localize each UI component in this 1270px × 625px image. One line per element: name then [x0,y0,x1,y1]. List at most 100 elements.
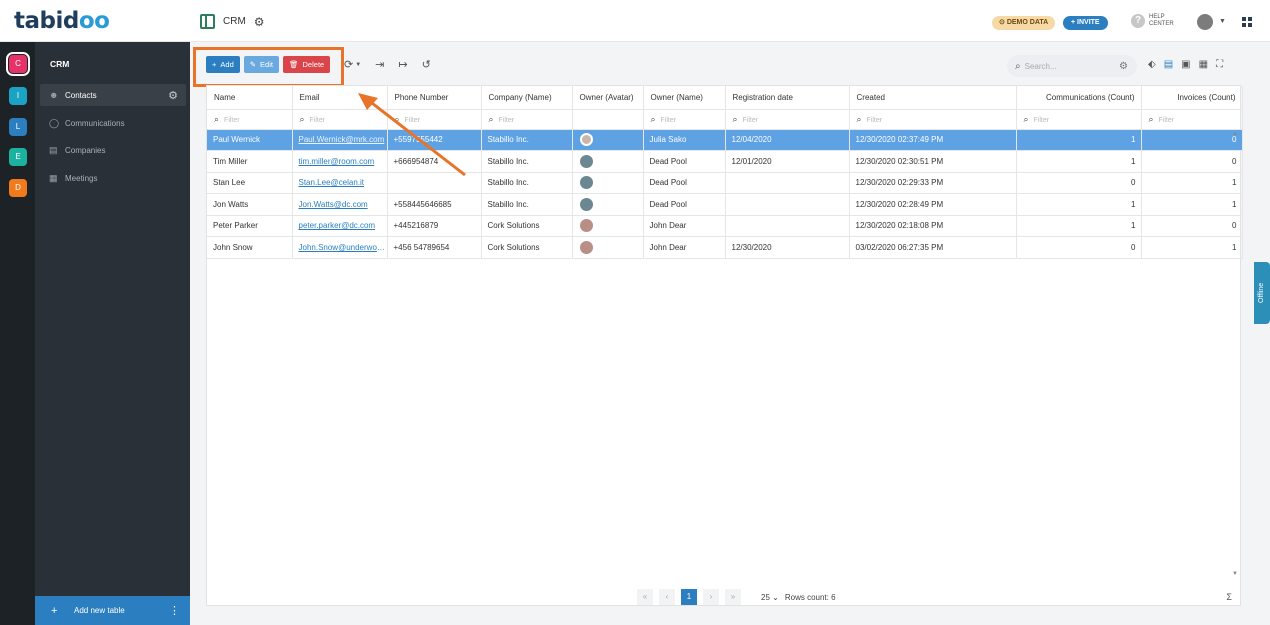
sum-sigma-icon[interactable]: Σ [1226,592,1232,602]
table-cell: Paul Wernick [207,129,293,151]
column-filter[interactable]: ⌕ Filter [207,109,293,130]
column-header[interactable]: Email [292,86,388,110]
user-avatar[interactable] [1197,14,1213,30]
column-filter[interactable]: ⌕ Filter [849,109,1017,130]
column-header[interactable]: Created [849,86,1017,110]
column-filter[interactable]: ⌕ Filter [481,109,573,130]
calendar-view-icon[interactable]: ▦ [1199,59,1208,70]
demo-data-button[interactable]: ⊙ DEMO DATA [992,16,1056,30]
tabidoo-logo[interactable]: tabidoo [14,8,110,34]
table-cell[interactable]: peter.parker@dc.com [292,215,388,237]
import-icon[interactable]: ⇥ [375,58,384,71]
table-cell: +445216879 [387,215,482,237]
column-filter[interactable]: ⌕ Filter [387,109,482,130]
table-row[interactable]: Jon Watts Jon.Watts@dc.com +558445646685 St… [207,193,1243,216]
table-cell: Jon Watts [207,193,293,216]
table-row[interactable]: Peter Parker peter.parker@dc.com +44521687… [207,215,1243,237]
search-input[interactable]: ⌕ Search... ⚙ [1007,55,1137,77]
search-settings-icon[interactable]: ⚙ [1119,61,1128,72]
first-page-button[interactable]: « [637,589,653,605]
column-header[interactable]: Communications (Count) [1016,86,1142,110]
rail-app-e[interactable]: E [9,148,27,166]
table-cell: +558445646685 [387,193,482,216]
refresh-icon[interactable]: ⟳ [344,58,353,71]
view-switcher: ⬖ ▤ ▣ ▦ ⛶ [1148,59,1223,70]
table-cell [725,172,850,194]
contacts-settings-gear-icon[interactable]: ⚙ [168,89,178,102]
column-filter[interactable]: ⌕ Filter [1016,109,1142,130]
table-cell[interactable]: Jon.Watts@dc.com [292,193,388,216]
column-filter[interactable]: ⌕ Filter [1141,109,1243,130]
card-view-icon[interactable]: ▣ [1181,59,1190,70]
export-icon[interactable]: ↦ [398,58,407,71]
table-cell[interactable]: tim.miller@room.com [292,150,388,173]
rail-app-d[interactable]: D [9,179,27,197]
table-cell: 12/30/2020 02:37:49 PM [849,129,1017,151]
next-page-button[interactable]: › [703,589,719,605]
current-page[interactable]: 1 [681,589,697,605]
column-header[interactable]: Owner (Avatar) [572,86,644,110]
column-header[interactable]: Name [207,86,293,110]
sidebar-item-contacts[interactable]: ☻ Contacts ⚙ [40,84,186,106]
table-row[interactable]: Paul Wernick Paul.Wernick@mrk.com +5597555… [207,129,1243,151]
column-header[interactable]: Invoices (Count) [1141,86,1243,110]
table-row[interactable]: Stan Lee Stan.Lee@celan.it Stabillo Inc. De… [207,172,1243,194]
column-header[interactable]: Owner (Name) [643,86,726,110]
sidebar-item-companies[interactable]: ▤ Companies [40,139,186,161]
table-cell[interactable]: John.Snow@underworld.com [292,236,388,259]
grid-view-icon[interactable]: ▤ [1164,59,1173,70]
table-cell: 1 [1016,150,1142,173]
app-settings-gear-icon[interactable]: ⚙ [254,15,265,29]
table-cell [572,215,644,237]
sidebar-item-meetings[interactable]: ▦ Meetings [40,167,186,189]
table-cell[interactable]: Stan.Lee@celan.it [292,172,388,194]
page-size-select[interactable]: 25 ⌄ [761,593,779,602]
table-row[interactable]: Tim Miller tim.miller@room.com +666954874 S… [207,150,1243,173]
prev-page-button[interactable]: ‹ [659,589,675,605]
tag-icon[interactable]: ⬖ [1148,59,1156,70]
table-cell [572,193,644,216]
app-book-icon [200,14,215,29]
column-header[interactable]: Registration date [725,86,850,110]
rail-app-i[interactable]: I [9,87,27,105]
rail-app-c[interactable]: C [6,52,30,76]
scroll-up-arrow-icon[interactable]: ▲ [1232,131,1238,137]
column-header[interactable]: Company (Name) [481,86,573,110]
table-cell: +456 54789654 [387,236,482,259]
calendar-icon: ▦ [49,172,58,183]
column-filter[interactable]: ⌕ Filter [643,109,726,130]
table-cell: Peter Parker [207,215,293,237]
column-filter[interactable]: ⌕ Filter [725,109,850,130]
history-icon[interactable]: ↺ [422,58,431,71]
filter-search-icon: ⌕ [1023,113,1029,124]
column-header[interactable]: Phone Number [387,86,482,110]
fullscreen-icon[interactable]: ⛶ [1216,59,1223,70]
chat-icon: ◯ [49,117,60,128]
table-cell: Stabillo Inc. [481,150,573,173]
help-center-link[interactable]: ? HELP CENTER [1131,14,1174,28]
plus-icon: + [51,604,58,617]
table-cell[interactable]: Paul.Wernick@mrk.com [292,129,388,151]
apps-grid-icon[interactable] [1242,17,1252,27]
last-page-button[interactable]: » [725,589,741,605]
header-row: Name Email Phone Number Company (Name) Owner… [207,86,1243,110]
column-filter[interactable]: ⌕ Filter [292,109,388,130]
add-new-table-button[interactable]: + Add new table ⋮ [35,596,190,625]
invite-button[interactable]: + INVITE [1063,16,1108,30]
table-cell: 0 [1141,215,1243,237]
sidebar-item-communications[interactable]: ◯ Communications [40,112,186,134]
more-vertical-icon[interactable]: ⋮ [169,604,180,617]
table-cell [572,150,644,173]
table-cell: 12/30/2020 02:28:49 PM [849,193,1017,216]
scroll-down-arrow-icon[interactable]: ▼ [1232,571,1238,577]
owner-avatar [579,240,593,254]
rail-app-l[interactable]: L [9,118,27,136]
top-bar: tabidoo CRM ⚙ ⊙ DEMO DATA + INVITE ? HEL… [0,0,1270,42]
table-row[interactable]: John SnowJohn.Snow@underworld.com+456 54… [207,236,1243,259]
offline-tab[interactable]: Offline [1254,262,1270,324]
column-filter[interactable] [572,109,644,130]
refresh-dropdown-caret-icon[interactable]: ▼ [355,62,361,68]
filter-search-icon: ⌕ [856,113,862,124]
user-menu-caret-icon[interactable]: ▼ [1219,18,1226,25]
table-cell: Dead Pool [643,150,726,173]
